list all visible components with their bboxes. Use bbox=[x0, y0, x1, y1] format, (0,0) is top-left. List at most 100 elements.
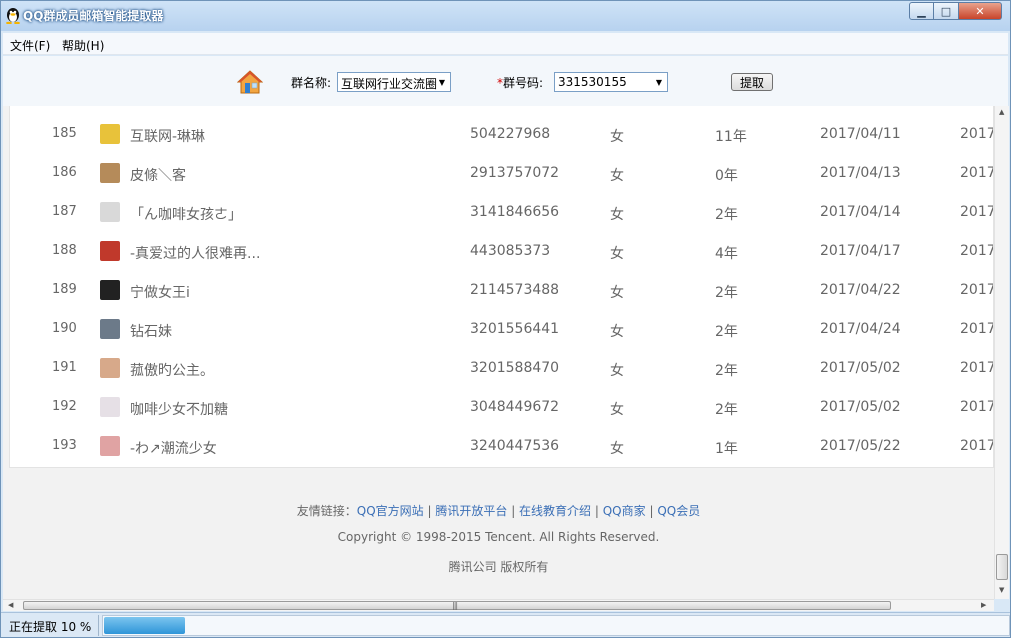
row-index: 186 bbox=[52, 165, 77, 180]
member-qq-number: 3141846656 bbox=[470, 204, 560, 220]
link-separator: | bbox=[423, 504, 436, 518]
avatar bbox=[100, 280, 120, 300]
link-online-education[interactable]: 在线教育介绍 bbox=[519, 504, 591, 518]
friend-links-prefix: 友情链接： bbox=[296, 504, 357, 518]
member-nickname: 皮條＼客 bbox=[130, 168, 186, 184]
avatar bbox=[100, 124, 120, 144]
qq-penguin-icon bbox=[6, 8, 20, 24]
member-join-date: 2017/04/22 bbox=[820, 282, 901, 298]
member-last-speak-date: 2017/ bbox=[960, 321, 993, 337]
group-id-select[interactable]: 331530155 ▼ bbox=[554, 72, 668, 92]
table-row[interactable]: 193 -わ↗潮流少女 3240447536 女 1年 2017/05/22 2017/ bbox=[10, 428, 993, 467]
member-join-date: 2017/05/22 bbox=[820, 438, 901, 454]
member-last-speak-date: 2017/ bbox=[960, 399, 993, 415]
link-separator: | bbox=[645, 504, 658, 518]
scroll-right-arrow-icon[interactable]: ▶ bbox=[981, 601, 986, 609]
member-nickname: 钻石妹 bbox=[130, 324, 172, 340]
avatar bbox=[100, 397, 120, 417]
horizontal-scrollbar[interactable]: ◀ ||| ▶ bbox=[3, 599, 994, 611]
title-bar[interactable]: QQ群成员邮箱智能提取器 ▁ □ ✕ bbox=[1, 1, 1010, 31]
window-title: QQ群成员邮箱智能提取器 bbox=[23, 9, 164, 23]
member-qq-age: 2年 bbox=[715, 324, 738, 340]
chevron-down-icon[interactable]: ▼ bbox=[434, 73, 450, 91]
scroll-down-arrow-icon[interactable]: ▼ bbox=[999, 586, 1004, 594]
member-gender: 女 bbox=[610, 285, 624, 301]
menu-help[interactable]: 帮助(H) bbox=[62, 37, 104, 54]
fetch-button[interactable]: 提取 bbox=[731, 73, 773, 91]
member-qq-number: 443085373 bbox=[470, 243, 551, 259]
member-nickname: -わ↗潮流少女 bbox=[130, 441, 217, 457]
link-qq-vip[interactable]: QQ会员 bbox=[657, 504, 700, 518]
close-button[interactable]: ✕ bbox=[959, 2, 1002, 20]
member-nickname: -真爱过的人很难再... bbox=[130, 246, 261, 262]
member-join-date: 2017/04/14 bbox=[820, 204, 901, 220]
menu-file[interactable]: 文件(F) bbox=[10, 37, 50, 54]
progress-fill bbox=[104, 617, 185, 634]
app-window: QQ群成员邮箱智能提取器 ▁ □ ✕ 文件(F) 帮助(H) 群名称: 互联网行… bbox=[0, 0, 1011, 638]
avatar bbox=[100, 163, 120, 183]
table-row[interactable]: 189 宁做女王i 2114573488 女 2年 2017/04/22 2017/ bbox=[10, 272, 993, 311]
link-qq-merchant[interactable]: QQ商家 bbox=[603, 504, 646, 518]
group-name-select[interactable]: 互联网行业交流圈 ▼ bbox=[337, 72, 451, 92]
link-open-platform[interactable]: 腾讯开放平台 bbox=[435, 504, 507, 518]
member-gender: 女 bbox=[610, 324, 624, 340]
member-join-date: 2017/04/13 bbox=[820, 165, 901, 181]
member-join-date: 2017/04/11 bbox=[820, 126, 901, 142]
member-gender: 女 bbox=[610, 246, 624, 262]
member-qq-age: 11年 bbox=[715, 129, 747, 145]
member-last-speak-date: 2017/ bbox=[960, 165, 993, 181]
window-controls: ▁ □ ✕ bbox=[909, 2, 1002, 20]
minimize-button[interactable]: ▁ bbox=[909, 2, 934, 20]
scroll-grip-icon: ||| bbox=[452, 601, 458, 610]
member-qq-number: 3240447536 bbox=[470, 438, 560, 454]
member-last-speak-date: 2017/ bbox=[960, 126, 993, 142]
member-join-date: 2017/04/17 bbox=[820, 243, 901, 259]
table-row[interactable]: 185 互联网-琳琳 504227968 女 11年 2017/04/11 2017/ bbox=[10, 116, 993, 155]
table-row[interactable]: 186 皮條＼客 2913757072 女 0年 2017/04/13 2017/ bbox=[10, 155, 993, 194]
avatar bbox=[100, 241, 120, 261]
link-separator: | bbox=[507, 504, 520, 518]
member-qq-age: 4年 bbox=[715, 246, 738, 262]
maximize-button[interactable]: □ bbox=[934, 2, 959, 20]
horizontal-scroll-thumb[interactable]: ||| bbox=[23, 601, 891, 610]
table-row[interactable]: 190 钻石妹 3201556441 女 2年 2017/04/24 2017/ bbox=[10, 311, 993, 350]
home-icon[interactable] bbox=[237, 69, 263, 95]
member-join-date: 2017/05/02 bbox=[820, 399, 901, 415]
vertical-scroll-thumb[interactable] bbox=[996, 554, 1008, 580]
row-index: 188 bbox=[52, 243, 77, 258]
row-index: 190 bbox=[52, 321, 77, 336]
member-last-speak-date: 2017/ bbox=[960, 360, 993, 376]
member-nickname: 菰傲旳公主。 bbox=[130, 363, 214, 379]
avatar bbox=[100, 202, 120, 222]
row-index: 192 bbox=[52, 399, 77, 414]
member-nickname: 宁做女王i bbox=[130, 285, 190, 301]
vertical-scrollbar[interactable]: ▲ ▼ bbox=[994, 106, 1009, 599]
chevron-down-icon[interactable]: ▼ bbox=[651, 73, 667, 91]
group-id-label-text: 群号码: bbox=[503, 76, 544, 90]
member-table: 185 互联网-琳琳 504227968 女 11年 2017/04/11 2017/186… bbox=[9, 106, 994, 468]
member-list-area: 185 互联网-琳琳 504227968 女 11年 2017/04/11 2017/186… bbox=[3, 106, 994, 599]
member-qq-number: 3201588470 bbox=[470, 360, 560, 376]
avatar bbox=[100, 436, 120, 456]
scroll-up-arrow-icon[interactable]: ▲ bbox=[999, 108, 1004, 116]
member-gender: 女 bbox=[610, 168, 624, 184]
table-row[interactable]: 191 菰傲旳公主。 3201588470 女 2年 2017/05/02 2017/ bbox=[10, 350, 993, 389]
table-row[interactable]: 188 -真爱过的人很难再... 443085373 女 4年 2017/04/17 201… bbox=[10, 233, 993, 272]
table-row[interactable]: 187 「ん咖啡女孩ㄜ」 3141846656 女 2年 2017/04/14 2017/ bbox=[10, 194, 993, 233]
member-last-speak-date: 2017/ bbox=[960, 204, 993, 220]
member-qq-number: 3201556441 bbox=[470, 321, 560, 337]
member-qq-number: 504227968 bbox=[470, 126, 551, 142]
row-index: 187 bbox=[52, 204, 77, 219]
member-gender: 女 bbox=[610, 129, 624, 145]
menu-bar: 文件(F) 帮助(H) bbox=[3, 33, 1008, 55]
company-text: 腾讯公司 版权所有 bbox=[448, 560, 549, 574]
member-qq-number: 2913757072 bbox=[470, 165, 560, 181]
friend-links: 友情链接：QQ官方网站 | 腾讯开放平台 | 在线教育介绍 | QQ商家 | Q… bbox=[3, 502, 994, 519]
member-nickname: 「ん咖啡女孩ㄜ」 bbox=[130, 207, 242, 223]
scroll-left-arrow-icon[interactable]: ◀ bbox=[8, 601, 13, 609]
row-index: 189 bbox=[52, 282, 77, 297]
link-qq-official[interactable]: QQ官方网站 bbox=[357, 504, 424, 518]
member-last-speak-date: 2017/ bbox=[960, 438, 993, 454]
table-row[interactable]: 192 咖啡少女不加糖 3048449672 女 2年 2017/05/02 2017/ bbox=[10, 389, 993, 428]
row-index: 191 bbox=[52, 360, 77, 375]
